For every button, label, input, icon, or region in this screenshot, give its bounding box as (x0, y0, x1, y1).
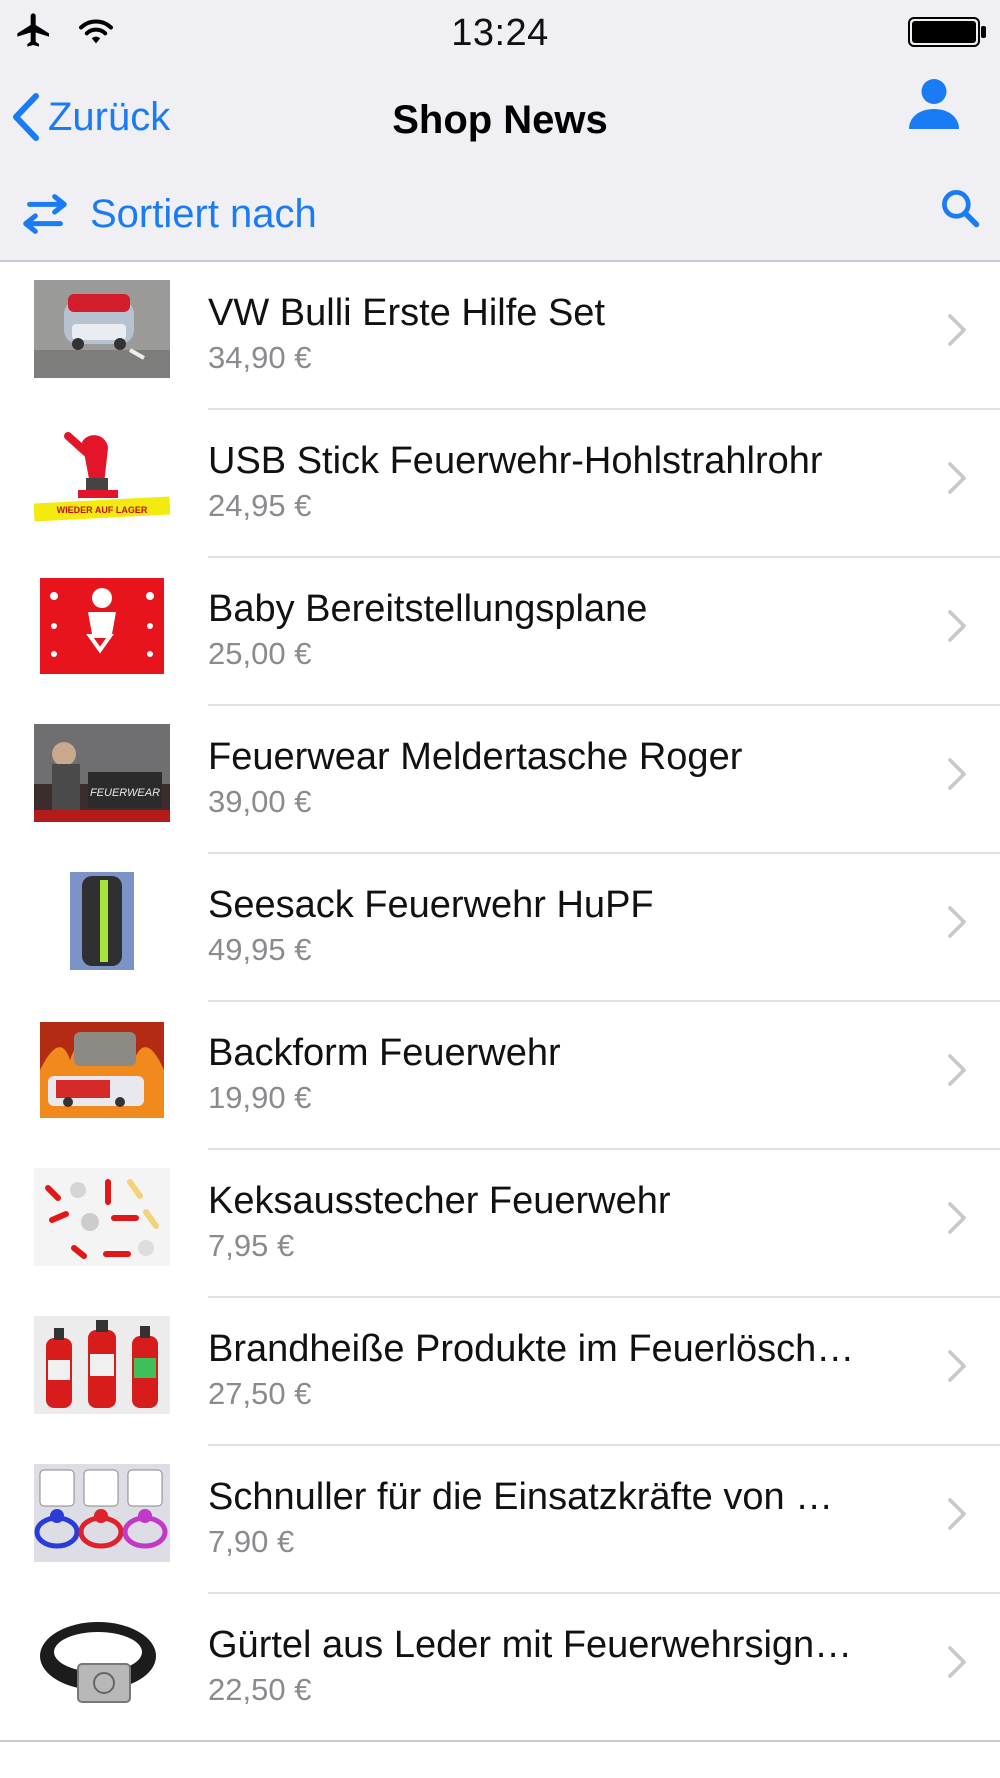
chevron-right-icon (948, 1054, 966, 1086)
product-thumbnail-leather-belt (34, 1612, 170, 1710)
list-item[interactable]: Schnuller für die Einsatzkräfte von … 7,… (0, 1446, 1000, 1594)
thumbnail-brand-text: FEUERWEAR (90, 787, 160, 799)
product-title: Seesack Feuerwehr HuPF (208, 884, 654, 926)
product-title: Keksausstecher Feuerwehr (208, 1180, 671, 1222)
product-thumbnail-baby-plane (34, 576, 170, 674)
list-item[interactable]: WIEDER AUF LAGER USB Stick Feuerwehr-Hoh… (0, 410, 1000, 558)
battery-icon (908, 16, 988, 53)
product-price: 25,00 € (208, 636, 312, 671)
product-title: Baby Bereitstellungsplane (208, 588, 648, 630)
list-item[interactable]: FEUERWEAR Feuerwear Meldertasche Roger 3… (0, 706, 1000, 854)
chevron-right-icon (948, 462, 966, 494)
user-icon (909, 79, 959, 129)
search-icon (942, 190, 980, 228)
list-item[interactable]: Seesack Feuerwehr HuPF 49,95 € (0, 854, 1000, 1002)
sort-button[interactable]: Sortiert nach (18, 184, 317, 244)
list-item[interactable]: Brandheiße Produkte im Feuerlösch… 27,50… (0, 1298, 1000, 1446)
product-thumbnail-baking-mold (34, 1020, 170, 1118)
product-price: 7,95 € (208, 1228, 295, 1263)
navigation-bar: Zurück Shop News (0, 64, 1000, 174)
product-thumbnail-cookie-cutters (34, 1168, 170, 1266)
list-item[interactable]: Backform Feuerwehr 19,90 € (0, 1002, 1000, 1150)
product-price: 34,90 € (208, 340, 312, 375)
chevron-right-icon (948, 1202, 966, 1234)
product-title: Backform Feuerwehr (208, 1032, 561, 1074)
chevron-right-icon (948, 610, 966, 642)
thumbnail-banner-text: WIEDER AUF LAGER (57, 505, 148, 515)
status-bar: 13:24 (0, 0, 1000, 64)
chevron-right-icon (948, 906, 966, 938)
sort-bar: Sortiert nach (0, 174, 1000, 262)
chevron-right-icon (948, 314, 966, 346)
product-price: 49,95 € (208, 932, 312, 967)
product-title: VW Bulli Erste Hilfe Set (208, 292, 605, 334)
product-price: 19,90 € (208, 1080, 312, 1115)
product-price: 22,50 € (208, 1672, 312, 1707)
product-list: VW Bulli Erste Hilfe Set 34,90 € WIEDER … (0, 262, 1000, 1742)
status-time: 13:24 (451, 12, 549, 54)
product-price: 7,90 € (208, 1524, 295, 1559)
product-price: 24,95 € (208, 488, 312, 523)
product-title: Gürtel aus Leder mit Feuerwehrsign… (208, 1624, 853, 1666)
product-price: 39,00 € (208, 784, 312, 819)
product-title: USB Stick Feuerwehr-Hohlstrahlrohr (208, 440, 823, 482)
list-item[interactable]: Keksausstecher Feuerwehr 7,95 € (0, 1150, 1000, 1298)
product-title: Brandheiße Produkte im Feuerlösch… (208, 1328, 855, 1370)
product-title: Feuerwear Meldertasche Roger (208, 736, 743, 778)
user-button[interactable] (904, 74, 964, 139)
product-thumbnail-usb-stick: WIEDER AUF LAGER (34, 428, 170, 526)
list-item[interactable]: Baby Bereitstellungsplane 25,00 € (0, 558, 1000, 706)
chevron-right-icon (948, 758, 966, 790)
list-item[interactable]: VW Bulli Erste Hilfe Set 34,90 € (0, 262, 1000, 410)
page-title: Shop News (392, 98, 608, 142)
chevron-right-icon (948, 1498, 966, 1530)
search-button[interactable] (938, 186, 982, 235)
list-item[interactable]: Gürtel aus Leder mit Feuerwehrsign… 22,5… (0, 1594, 1000, 1742)
product-price: 27,50 € (208, 1376, 312, 1411)
list-bottom-separator (0, 1740, 1000, 1742)
product-thumbnail-fire-extinguishers (34, 1316, 170, 1414)
chevron-right-icon (948, 1350, 966, 1382)
product-title: Schnuller für die Einsatzkräfte von … (208, 1476, 834, 1518)
product-thumbnail-pacifiers (34, 1464, 170, 1562)
sort-arrows-icon (23, 194, 67, 234)
product-thumbnail-duffel-bag (34, 872, 170, 970)
sort-label: Sortiert nach (90, 191, 317, 236)
product-thumbnail-first-aid-set (34, 280, 170, 378)
chevron-right-icon (948, 1646, 966, 1678)
product-thumbnail-messenger-bag: FEUERWEAR (34, 724, 170, 822)
